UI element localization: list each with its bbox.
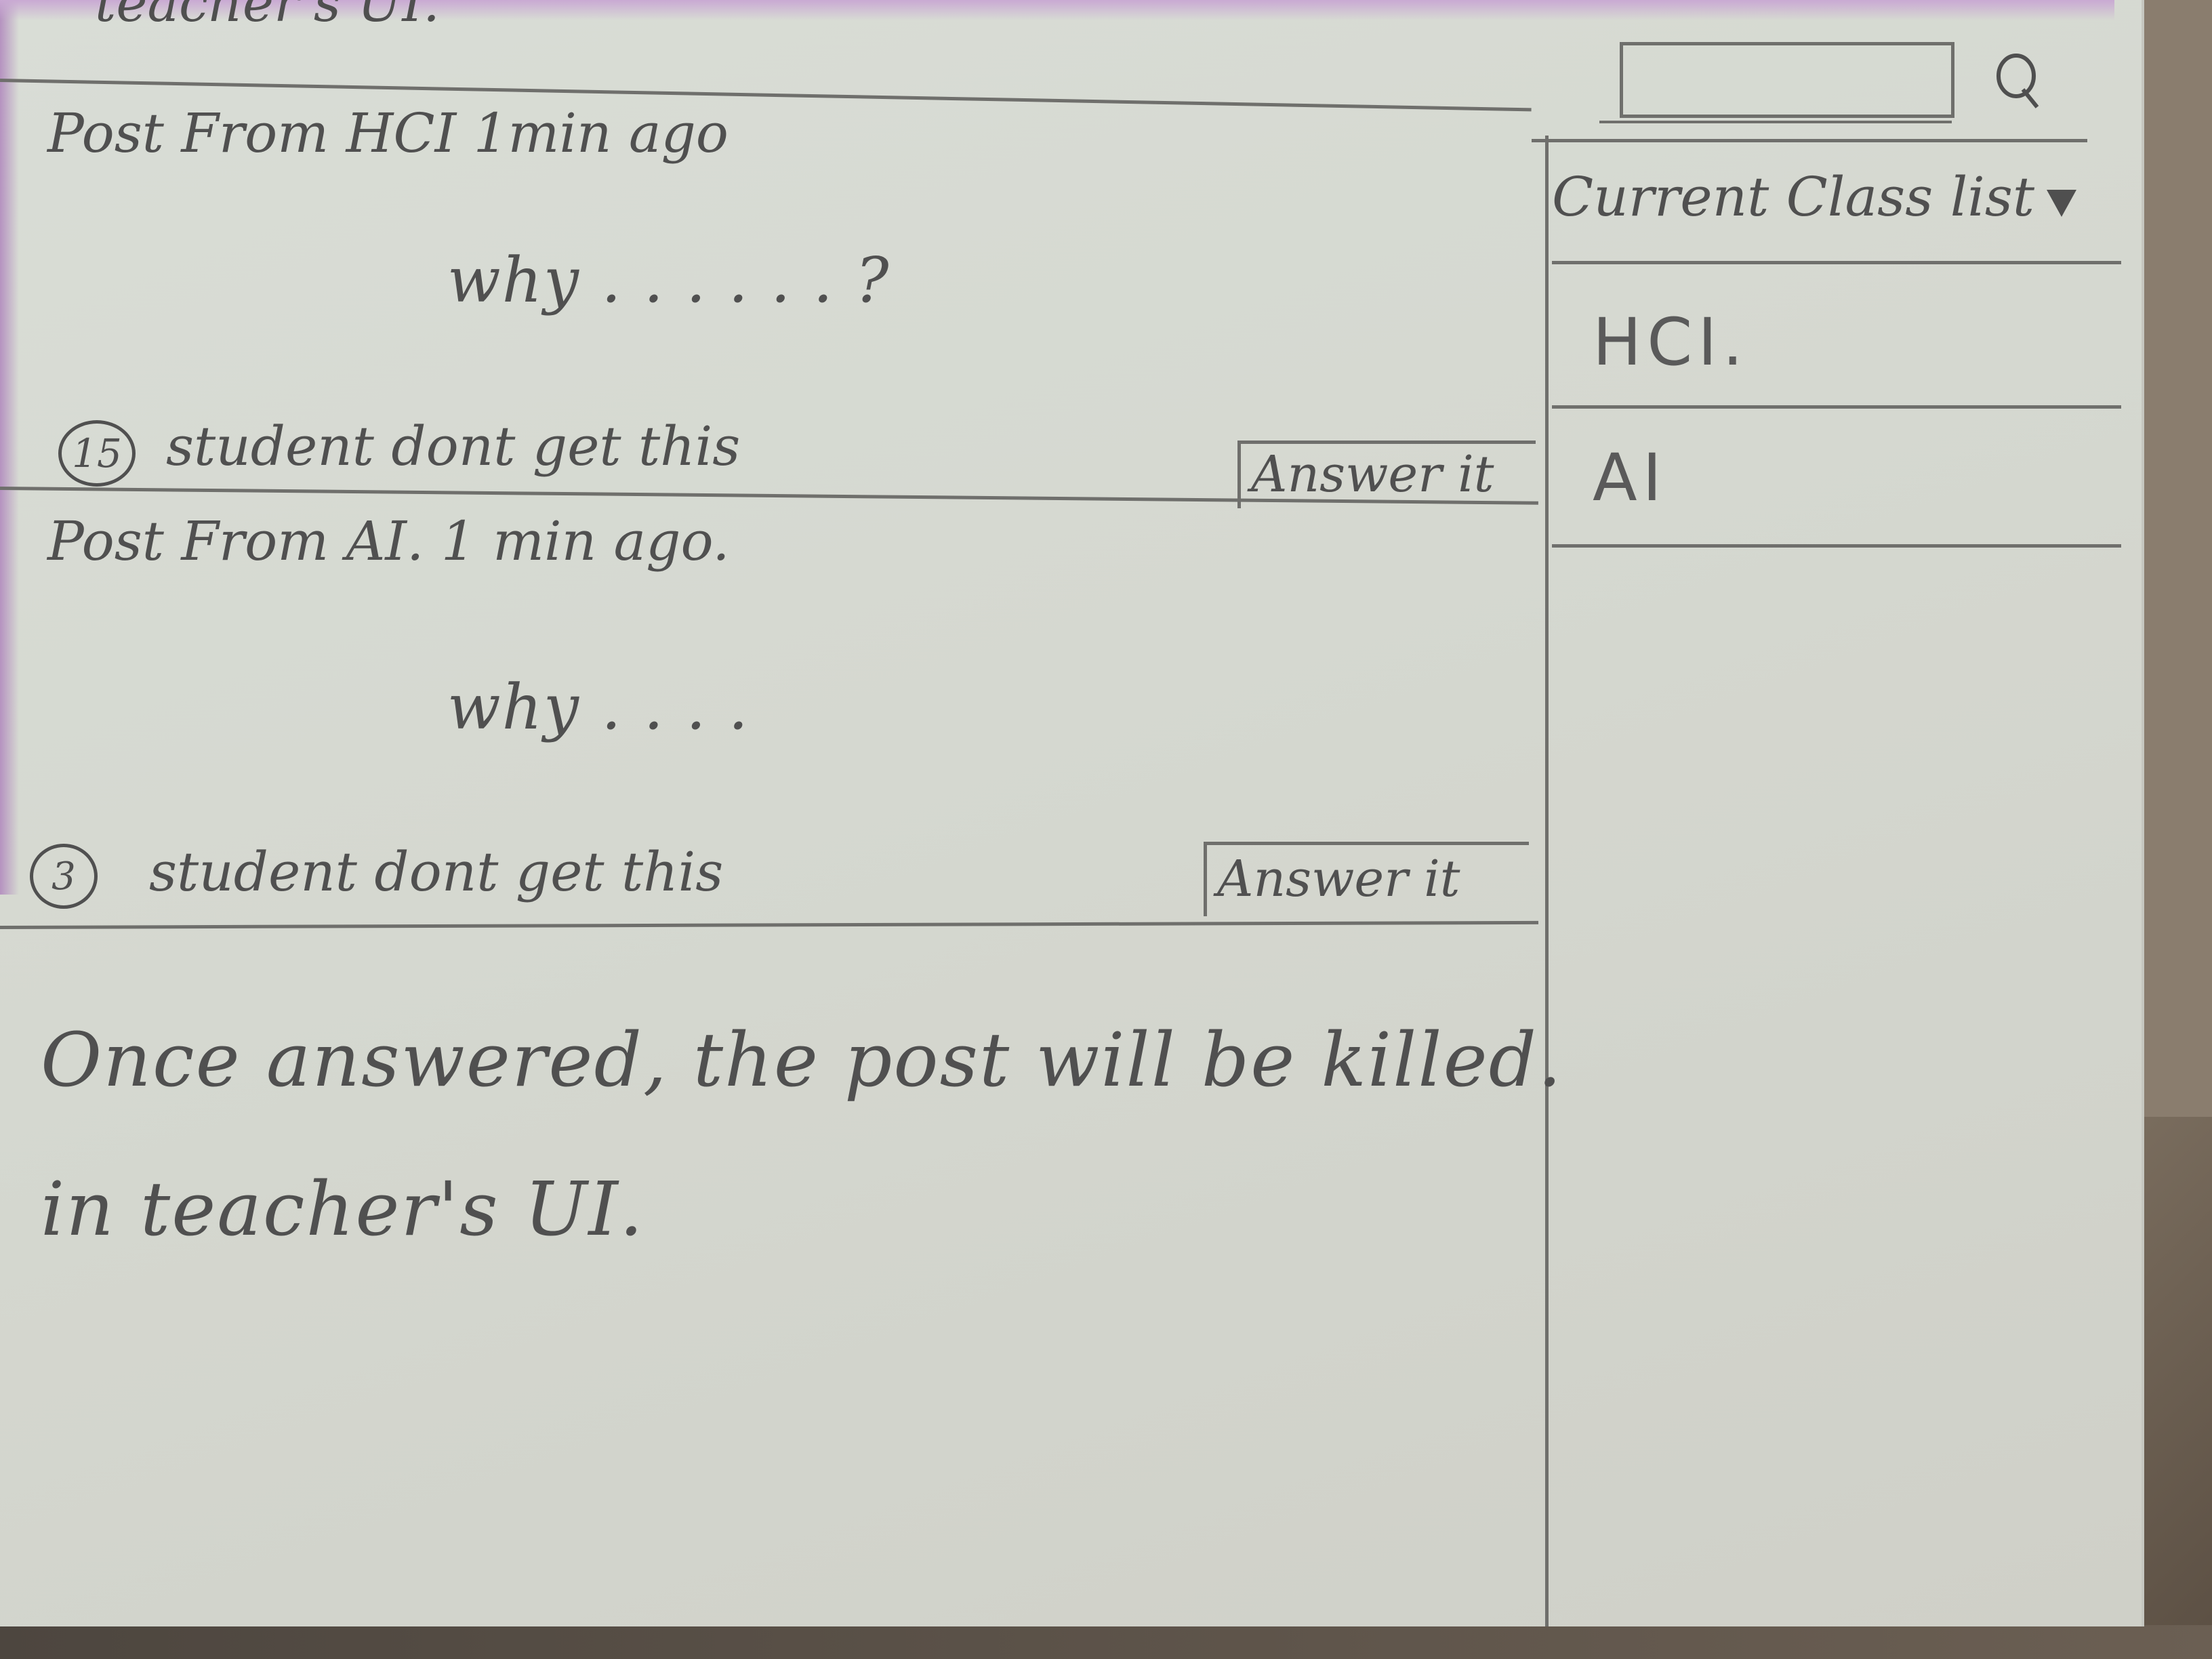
confused-count-badge: 15 — [58, 420, 136, 487]
answer-button[interactable]: Answer it — [1237, 441, 1536, 508]
search-underline — [1599, 121, 1952, 123]
confused-count-badge: 3 — [30, 844, 98, 909]
post-header: Post From AI. 1 min ago. — [47, 510, 730, 573]
post-question: why . . . . . . ? — [447, 244, 890, 316]
search-icon[interactable] — [1992, 49, 2040, 110]
sidebar-row-divider — [1552, 261, 2121, 264]
sidebar-divider — [1545, 136, 1549, 1626]
search-icon-glyph — [1996, 54, 2039, 108]
sketch-paper: teacher's UI. Post From HCI 1min ago why… — [0, 0, 2144, 1626]
confused-count: 3 — [52, 854, 76, 899]
sidebar-row-divider — [1552, 544, 2121, 548]
class-item-ai[interactable]: AI — [1552, 413, 2114, 542]
paper-left-edge — [0, 0, 19, 895]
header-divider-right — [1532, 139, 2087, 142]
confused-text: student dont get this — [166, 415, 741, 478]
app-title: teacher's UI. — [95, 0, 440, 34]
post-header: Post From HCI 1min ago — [47, 102, 729, 165]
answer-button[interactable]: Answer it — [1204, 842, 1529, 916]
sidebar-row-divider — [1552, 405, 2121, 409]
class-list-dropdown[interactable]: Current Class list — [1552, 149, 2094, 244]
post-divider — [0, 920, 1538, 929]
class-item-hci[interactable]: HCI. — [1552, 278, 2114, 407]
background-bottom — [0, 1625, 2212, 1659]
annotation-note-line2: in teacher's UI. — [41, 1166, 644, 1252]
triangle-down-icon[interactable] — [2047, 190, 2076, 217]
dropdown-label: Current Class list — [1552, 165, 2035, 228]
post-question: why . . . . — [447, 671, 750, 743]
confused-count: 15 — [72, 430, 122, 476]
annotation-note-line1: Once answered, the post will be killed. — [41, 1017, 1563, 1103]
confused-text: student dont get this — [149, 840, 724, 903]
search-input[interactable] — [1620, 42, 1954, 118]
